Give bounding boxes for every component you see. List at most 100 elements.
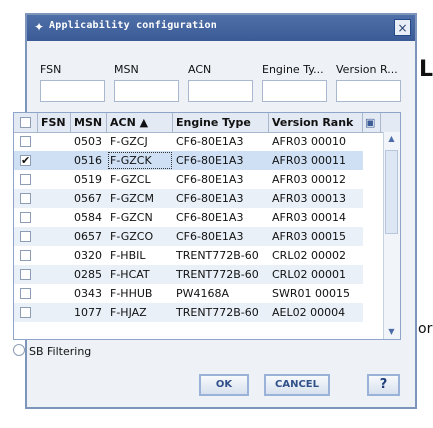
table-row[interactable]: ✔ 0516 F-GZCK CF6-80E1A3 AFR03 00011 <box>14 151 363 170</box>
row-checkbox[interactable] <box>20 136 31 147</box>
row-checkbox[interactable] <box>20 212 31 223</box>
row-checkbox[interactable] <box>20 269 31 280</box>
cell-version-rank: CRL02 00002 <box>272 249 346 262</box>
filter-input-fsn[interactable] <box>40 80 105 102</box>
cell-version-rank: CRL02 00001 <box>272 268 346 281</box>
row-checkbox[interactable] <box>20 193 31 204</box>
cell-version-rank: AFR03 00014 <box>272 211 346 224</box>
cell-engine-type: CF6-80E1A3 <box>176 154 244 167</box>
filter-input-msn[interactable] <box>114 80 179 102</box>
scroll-up-arrow-icon[interactable]: ▲ <box>384 132 399 146</box>
column-chooser-icon[interactable]: ▣ <box>363 113 381 132</box>
cell-engine-type: CF6-80E1A3 <box>176 230 244 243</box>
cell-fsn <box>38 189 71 208</box>
help-button[interactable]: ? <box>367 374 400 396</box>
cell-msn: 0567 <box>74 192 102 205</box>
cell-msn: 0320 <box>74 249 102 262</box>
cell-msn: 1077 <box>74 306 102 319</box>
cell-fsn <box>38 227 71 246</box>
cell-engine-type: CF6-80E1A3 <box>176 173 244 186</box>
cell-acn: F-HHUB <box>110 287 153 300</box>
vertical-scrollbar[interactable]: ▲ ▼ <box>383 132 400 339</box>
scroll-thumb[interactable] <box>385 150 398 234</box>
header-engine-type[interactable]: Engine Type <box>173 113 269 132</box>
table-row[interactable]: 0503 F-GZCJ CF6-80E1A3 AFR03 00010 <box>14 132 363 151</box>
cell-version-rank: AFR03 00013 <box>272 192 346 205</box>
filter-label-acn: ACN <box>188 63 212 76</box>
table-row[interactable]: 0567 F-GZCM CF6-80E1A3 AFR03 00013 <box>14 189 363 208</box>
row-checkbox[interactable] <box>20 307 31 318</box>
header-msn[interactable]: MSN <box>71 113 107 132</box>
cell-msn: 0519 <box>74 173 102 186</box>
app-icon: ✦ <box>33 20 45 34</box>
header-acn[interactable]: ACN ▲ <box>107 113 173 132</box>
header-fsn[interactable]: FSN <box>38 113 71 132</box>
table-row[interactable]: 0519 F-GZCL CF6-80E1A3 AFR03 00012 <box>14 170 363 189</box>
cell-acn: F-HCAT <box>110 268 150 281</box>
filter-input-engine-type[interactable] <box>262 80 327 102</box>
cell-version-rank: AFR03 00012 <box>272 173 346 186</box>
cell-acn: F-GZCN <box>110 211 153 224</box>
aircraft-grid: FSN MSN ACN ▲ Engine Type Version Rank ▣… <box>13 112 401 340</box>
cell-acn: F-GZCO <box>110 230 154 243</box>
grid-header: FSN MSN ACN ▲ Engine Type Version Rank ▣ <box>14 113 400 133</box>
table-row[interactable]: 0657 F-GZCO CF6-80E1A3 AFR03 00015 <box>14 227 363 246</box>
cell-msn: 0285 <box>74 268 102 281</box>
cell-msn: 0343 <box>74 287 102 300</box>
sb-filtering-radio[interactable] <box>13 344 25 356</box>
background-text-fragment: L <box>419 57 433 82</box>
filter-input-version-rank[interactable] <box>336 80 401 102</box>
table-row[interactable]: 0320 F-HBIL TRENT772B-60 CRL02 00002 <box>14 246 363 265</box>
cell-msn: 0516 <box>74 154 102 167</box>
filter-label-fsn: FSN <box>40 63 62 76</box>
cell-version-rank: AEL02 00004 <box>272 306 346 319</box>
row-checkbox[interactable] <box>20 174 31 185</box>
table-row[interactable]: 1077 F-HJAZ TRENT772B-60 AEL02 00004 <box>14 303 363 322</box>
header-select-all[interactable] <box>14 113 38 132</box>
filter-label-engine-type: Engine Ty... <box>262 63 324 76</box>
scroll-down-arrow-icon[interactable]: ▼ <box>384 325 399 339</box>
filter-label-version-rank: Version R... <box>336 63 398 76</box>
row-checkbox[interactable] <box>20 231 31 242</box>
filter-input-acn[interactable] <box>188 80 253 102</box>
ok-button[interactable]: OK <box>199 374 249 396</box>
cell-msn: 0657 <box>74 230 102 243</box>
dialog-title: Applicability configuration <box>49 20 217 31</box>
cell-fsn <box>38 151 71 170</box>
cell-fsn <box>38 265 71 284</box>
row-checkbox[interactable]: ✔ <box>20 155 31 166</box>
table-row[interactable]: 0343 F-HHUB PW4168A SWR01 00015 <box>14 284 363 303</box>
title-bar[interactable]: ✦ Applicability configuration × <box>27 15 415 41</box>
cell-engine-type: CF6-80E1A3 <box>176 135 244 148</box>
cell-engine-type: TRENT772B-60 <box>176 268 259 281</box>
cell-acn: F-GZCK <box>107 151 173 170</box>
cell-fsn <box>38 170 71 189</box>
cancel-button[interactable]: CANCEL <box>264 374 330 396</box>
cell-engine-type: TRENT772B-60 <box>176 306 259 319</box>
row-checkbox[interactable] <box>20 250 31 261</box>
header-version-rank[interactable]: Version Rank <box>269 113 363 132</box>
background-text-fragment-2: or <box>418 321 433 337</box>
cell-engine-type: PW4168A <box>176 287 230 300</box>
table-row[interactable]: 0584 F-GZCN CF6-80E1A3 AFR03 00014 <box>14 208 363 227</box>
cell-acn: F-GZCM <box>110 192 154 205</box>
sb-filtering-option[interactable]: SB Filtering <box>13 344 91 358</box>
cell-version-rank: AFR03 00010 <box>272 135 346 148</box>
cell-version-rank: AFR03 00015 <box>272 230 346 243</box>
cell-version-rank: AFR03 00011 <box>272 154 346 167</box>
close-button[interactable]: × <box>394 19 411 36</box>
cell-version-rank: SWR01 00015 <box>272 287 350 300</box>
table-row[interactable]: 0285 F-HCAT TRENT772B-60 CRL02 00001 <box>14 265 363 284</box>
cell-msn: 0584 <box>74 211 102 224</box>
cell-msn: 0503 <box>74 135 102 148</box>
filter-label-msn: MSN <box>114 63 139 76</box>
cell-acn: F-HJAZ <box>110 306 147 319</box>
cell-fsn <box>38 303 71 322</box>
cell-acn: F-GZCL <box>110 173 151 186</box>
cell-fsn <box>38 284 71 303</box>
row-checkbox[interactable] <box>20 288 31 299</box>
select-all-checkbox[interactable] <box>20 117 31 128</box>
cell-acn: F-GZCJ <box>110 135 148 148</box>
sb-filtering-label: SB Filtering <box>29 345 92 358</box>
cell-fsn <box>38 208 71 227</box>
